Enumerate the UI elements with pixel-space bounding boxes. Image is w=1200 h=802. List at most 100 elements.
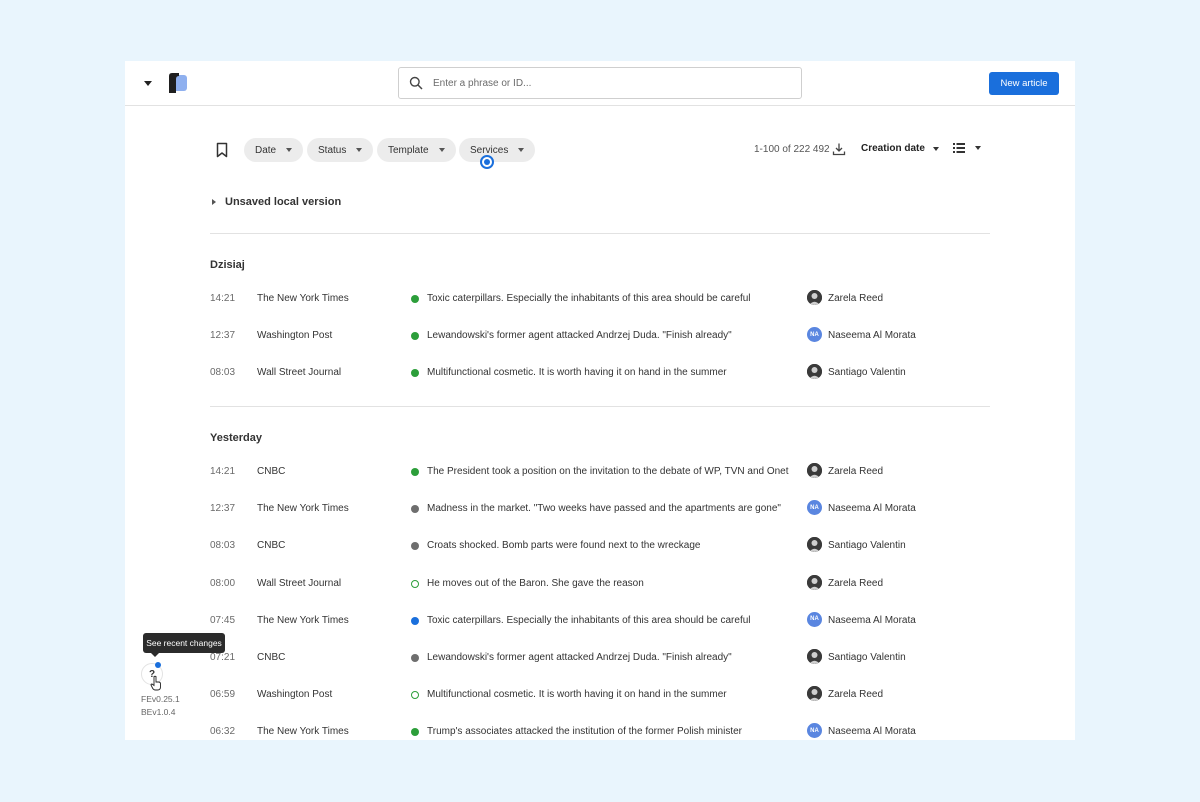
article-title[interactable]: Croats shocked. Bomb parts were found ne… [427, 540, 700, 551]
filter-chip-label: Services [470, 144, 509, 156]
results-count: 1-100 of 222 492 [754, 144, 830, 155]
expand-caret-icon [212, 199, 216, 205]
status-dot-icon [411, 579, 419, 588]
article-row[interactable]: 12:37 Washington Post Lewandowski's form… [210, 327, 990, 347]
avatar-initials: NA [810, 331, 819, 338]
article-title[interactable]: Multifunctional cosmetic. It is worth ha… [427, 367, 727, 378]
status-dot-icon [411, 542, 419, 551]
article-time: 06:32 [210, 726, 236, 738]
article-time: 07:45 [210, 614, 236, 626]
article-source: Washington Post [257, 330, 333, 341]
article-title[interactable]: Madness in the market. "Two weeks have p… [427, 503, 781, 514]
focus-indicator [480, 155, 494, 169]
status-dot-icon [411, 691, 419, 700]
article-time: 08:03 [210, 540, 236, 552]
article-title[interactable]: Lewandowski's former agent attacked Andr… [427, 330, 732, 341]
status-dot-icon [411, 728, 419, 737]
article-time: 14:21 [210, 293, 236, 304]
status-dot-icon [411, 369, 419, 377]
article-source: Wall Street Journal [257, 367, 342, 378]
article-row[interactable]: 12:37 The New York Times Madness in the … [210, 500, 990, 520]
top-bar: New article [125, 61, 1075, 106]
unsaved-label: Unsaved local version [225, 196, 342, 208]
bookmark-icon[interactable] [215, 142, 229, 158]
backend-version: BEv1.0.4 [141, 707, 176, 717]
article-row[interactable]: 14:21 CNBC The President took a position… [210, 463, 990, 483]
article-row[interactable]: 08:00 Wall Street Journal He moves out o… [210, 574, 990, 595]
author-avatar [807, 686, 822, 702]
search-input[interactable] [433, 77, 773, 89]
filter-chip-label: Template [388, 144, 429, 156]
filter-chip-label: Status [318, 144, 347, 156]
article-source: The New York Times [257, 614, 349, 626]
filter-chip-services[interactable]: Services [459, 138, 536, 162]
pointer-cursor-icon [150, 675, 161, 691]
article-title[interactable]: The President took a position on the inv… [427, 466, 789, 477]
author-avatar [807, 290, 822, 305]
app-logo-icon[interactable] [165, 72, 189, 94]
author-avatar [807, 364, 822, 379]
article-source: CNBC [257, 652, 286, 663]
divider [210, 406, 990, 407]
chevron-down-icon [356, 148, 363, 152]
article-row[interactable]: 07:21 CNBC Lewandowski's former agent at… [210, 649, 990, 669]
author-avatar [807, 463, 822, 478]
article-source: Washington Post [257, 689, 333, 701]
filter-chip-date[interactable]: Date [244, 138, 304, 162]
download-icon[interactable] [832, 142, 846, 156]
status-dot-icon [411, 654, 419, 662]
search-field[interactable] [398, 67, 802, 99]
article-title[interactable]: Toxic caterpillars. Especially the inhab… [427, 615, 751, 626]
article-row[interactable]: 14:21 The New York Times Toxic caterpill… [210, 290, 990, 310]
article-row[interactable]: 08:03 Wall Street Journal Multifunctiona… [210, 364, 990, 384]
filter-chip-template[interactable]: Template [377, 138, 456, 162]
article-source: The New York Times [257, 726, 349, 738]
status-dot-icon [411, 468, 419, 476]
article-time: 08:00 [210, 577, 236, 589]
author-avatar: NA [807, 327, 822, 342]
notification-badge [155, 662, 161, 668]
author-avatar [807, 537, 822, 553]
status-dot-icon [411, 505, 419, 514]
status-dot-icon [411, 616, 419, 625]
article-time: 06:59 [210, 689, 236, 701]
chevron-down-icon [518, 148, 525, 152]
status-dot-icon [411, 332, 419, 340]
author-name: Zarela Reed [828, 577, 884, 589]
author-avatar: NA [807, 611, 822, 627]
sort-dropdown[interactable]: Creation date [861, 143, 939, 154]
article-row[interactable]: 08:03 CNBC Croats shocked. Bomb parts we… [210, 537, 990, 557]
avatar-initials: NA [810, 504, 819, 511]
article-time: 12:37 [210, 503, 236, 515]
unsaved-local-version-toggle[interactable]: Unsaved local version [212, 196, 341, 208]
article-source: CNBC [257, 540, 286, 552]
sort-label: Creation date [861, 143, 925, 154]
filter-chip-status[interactable]: Status [307, 138, 374, 162]
article-time: 12:37 [210, 330, 236, 341]
status-dot-icon [411, 295, 419, 303]
avatar-initials: NA [810, 616, 819, 623]
article-time: 07:21 [210, 652, 236, 663]
author-name: Naseema Al Morata [828, 614, 916, 626]
avatar-initials: NA [810, 727, 819, 734]
author-name: Zarela Reed [828, 293, 884, 304]
author-name: Santiago Valentin [828, 367, 906, 378]
list-view-icon [953, 143, 965, 153]
author-name: Zarela Reed [828, 466, 884, 477]
article-title[interactable]: He moves out of the Baron. She gave the … [427, 578, 644, 589]
new-article-button[interactable]: New article [989, 72, 1059, 95]
article-title[interactable]: Toxic caterpillars. Especially the inhab… [427, 293, 751, 304]
article-row[interactable]: 06:32 The New York Times Trump's associa… [210, 723, 990, 740]
author-name: Naseema Al Morata [828, 726, 916, 738]
author-name: Naseema Al Morata [828, 503, 916, 515]
menu-toggle-caret-icon[interactable] [141, 76, 155, 90]
article-title[interactable]: Multifunctional cosmetic. It is worth ha… [427, 689, 727, 700]
article-row[interactable]: 07:45 The New York Times Toxic caterpill… [210, 611, 990, 632]
article-time: 14:21 [210, 466, 236, 477]
article-title[interactable]: Lewandowski's former agent attacked Andr… [427, 652, 732, 663]
frontend-version: FEv0.25.1 [141, 694, 180, 704]
view-mode-dropdown[interactable] [953, 143, 981, 153]
search-icon [409, 76, 423, 90]
article-row[interactable]: 06:59 Washington Post Multifunctional co… [210, 686, 990, 706]
article-title[interactable]: Trump's associates attacked the institut… [427, 726, 742, 737]
